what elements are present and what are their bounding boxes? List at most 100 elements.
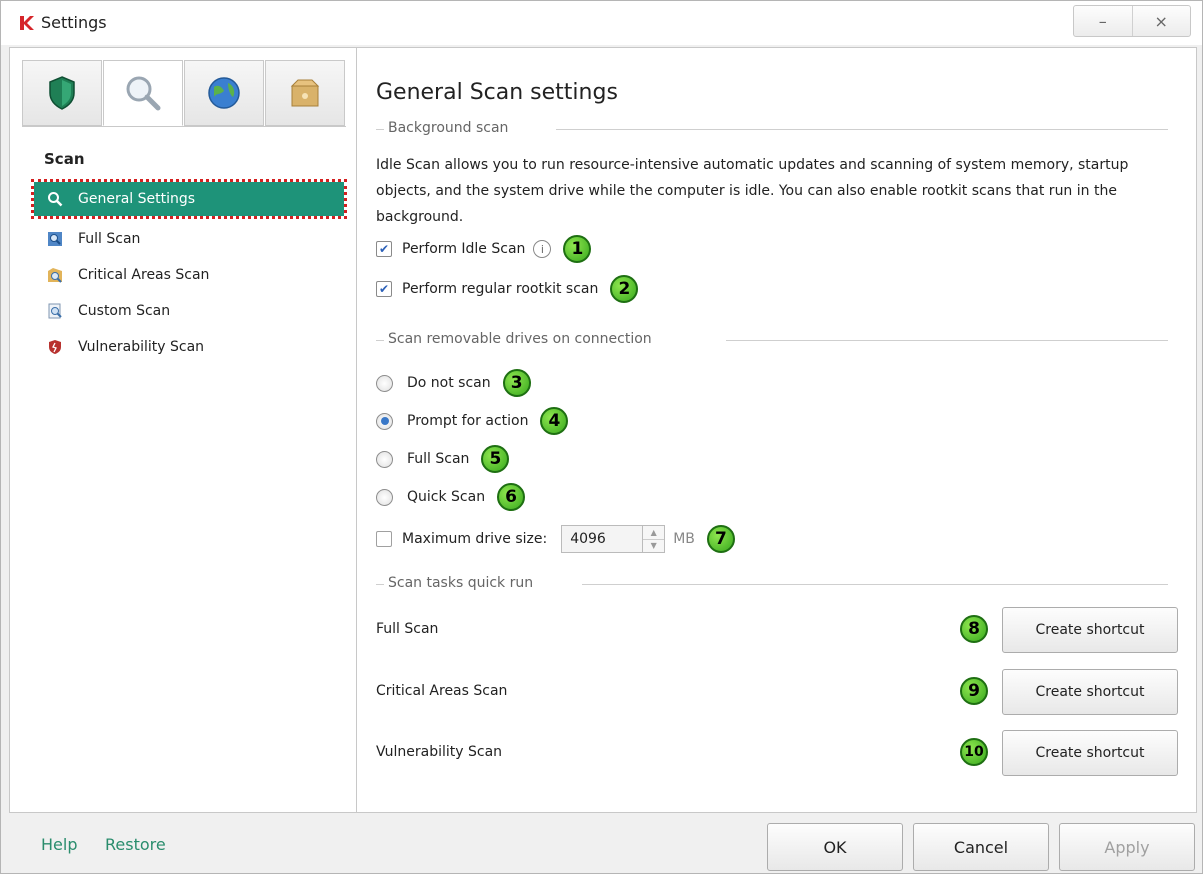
box-icon bbox=[290, 79, 320, 107]
window-title: Settings bbox=[41, 13, 107, 32]
tab-update[interactable] bbox=[184, 60, 264, 126]
rootkit-scan-checkbox[interactable]: ✔ bbox=[376, 281, 392, 297]
apply-button[interactable]: Apply bbox=[1059, 823, 1195, 871]
sidebar-item-custom-scan[interactable]: Custom Scan bbox=[34, 294, 344, 328]
tab-scan[interactable] bbox=[103, 60, 183, 126]
task-label: Full Scan bbox=[376, 621, 439, 637]
restore-link[interactable]: Restore bbox=[105, 835, 166, 854]
idle-scan-checkbox[interactable]: ✔ bbox=[376, 241, 392, 257]
section-heading: Scan removable drives on connection bbox=[388, 331, 658, 347]
globe-icon bbox=[208, 77, 240, 109]
section-heading: Scan tasks quick run bbox=[388, 575, 540, 591]
step-marker-8: 8 bbox=[960, 615, 988, 643]
section-heading: Background scan bbox=[388, 120, 515, 136]
custom-scan-icon bbox=[46, 302, 64, 320]
category-tabs bbox=[22, 60, 346, 126]
sidebar-item-label: Custom Scan bbox=[78, 303, 171, 319]
page-title: General Scan settings bbox=[376, 80, 618, 105]
help-link[interactable]: Help bbox=[41, 835, 77, 854]
shield-icon bbox=[49, 76, 75, 110]
settings-content: Scan General Settings Full Scan Critical… bbox=[9, 47, 1197, 813]
quick-scan-radio[interactable] bbox=[376, 488, 393, 506]
minimize-button[interactable]: – bbox=[1074, 6, 1132, 36]
sidebar: Scan General Settings Full Scan Critical… bbox=[10, 48, 357, 812]
radio-row-do-not-scan: Do not scan 3 bbox=[376, 368, 531, 398]
create-shortcut-full-scan-button[interactable]: Create shortcut bbox=[1002, 607, 1178, 653]
full-scan-label[interactable]: Full Scan bbox=[407, 451, 469, 467]
stepper-up-icon[interactable]: ▲ bbox=[643, 526, 664, 539]
section-removable-drives: Scan removable drives on connection bbox=[376, 330, 1168, 350]
prompt-for-action-radio[interactable] bbox=[376, 412, 393, 430]
section-divider bbox=[556, 129, 1168, 130]
step-marker-2: 2 bbox=[610, 275, 639, 303]
sidebar-item-critical-areas-scan[interactable]: Critical Areas Scan bbox=[34, 258, 344, 292]
rootkit-scan-row: ✔ Perform regular rootkit scan 2 bbox=[376, 274, 639, 304]
step-marker-1: 1 bbox=[563, 235, 592, 263]
vulnerability-icon bbox=[46, 338, 64, 356]
section-divider bbox=[582, 584, 1168, 585]
radio-selected-dot bbox=[380, 417, 389, 425]
section-divider bbox=[376, 129, 384, 130]
step-marker-6: 6 bbox=[497, 483, 526, 511]
max-drive-size-label[interactable]: Maximum drive size: bbox=[402, 531, 547, 547]
quick-run-row: Critical Areas Scan 9 Create shortcut bbox=[376, 667, 1178, 717]
sidebar-item-label: Critical Areas Scan bbox=[78, 267, 210, 283]
drive-size-stepper: ▲ ▼ bbox=[561, 525, 666, 553]
tab-protection[interactable] bbox=[22, 60, 102, 126]
nav-heading-scan: Scan bbox=[44, 150, 85, 168]
prompt-for-action-label[interactable]: Prompt for action bbox=[407, 413, 528, 429]
max-drive-size-row: Maximum drive size: ▲ ▼ MB 7 bbox=[376, 524, 735, 554]
kaspersky-logo-icon bbox=[20, 16, 34, 30]
magnifier-icon bbox=[46, 190, 64, 208]
sidebar-item-label: Full Scan bbox=[78, 231, 141, 247]
create-shortcut-critical-areas-button[interactable]: Create shortcut bbox=[1002, 669, 1178, 715]
stepper-buttons: ▲ ▼ bbox=[643, 525, 666, 553]
sidebar-item-general-settings[interactable]: General Settings bbox=[31, 179, 347, 219]
task-label: Critical Areas Scan bbox=[376, 683, 508, 699]
sidebar-item-vulnerability-scan[interactable]: Vulnerability Scan bbox=[34, 330, 344, 364]
max-drive-size-checkbox[interactable] bbox=[376, 531, 392, 547]
magnifier-icon bbox=[126, 76, 161, 111]
tab-additional[interactable] bbox=[265, 60, 345, 126]
settings-window: Settings – × Scan General Settings Full … bbox=[0, 0, 1203, 874]
info-icon[interactable]: i bbox=[533, 240, 552, 258]
drive-size-unit: MB bbox=[673, 531, 695, 547]
radio-row-full-scan: Full Scan 5 bbox=[376, 444, 510, 474]
section-quick-run: Scan tasks quick run bbox=[376, 574, 1168, 594]
background-scan-description: Idle Scan allows you to run resource-int… bbox=[376, 157, 1129, 225]
step-marker-10: 10 bbox=[960, 738, 988, 766]
radio-row-prompt: Prompt for action 4 bbox=[376, 406, 569, 436]
close-button[interactable]: × bbox=[1131, 6, 1191, 36]
radio-row-quick-scan: Quick Scan 6 bbox=[376, 482, 526, 512]
step-marker-9: 9 bbox=[960, 677, 988, 705]
quick-run-row: Full Scan 8 Create shortcut bbox=[376, 605, 1178, 655]
title-bar: Settings – × bbox=[1, 1, 1202, 45]
idle-scan-row: ✔ Perform Idle Scan i 1 bbox=[376, 234, 592, 264]
sidebar-item-full-scan[interactable]: Full Scan bbox=[34, 222, 344, 256]
create-shortcut-vulnerability-button[interactable]: Create shortcut bbox=[1002, 730, 1178, 776]
quick-run-row: Vulnerability Scan 10 Create shortcut bbox=[376, 728, 1178, 778]
main-panel: General Scan settings Background scan Id… bbox=[376, 48, 1178, 812]
tab-divider bbox=[22, 126, 346, 127]
full-scan-radio[interactable] bbox=[376, 450, 393, 468]
task-label: Vulnerability Scan bbox=[376, 744, 503, 760]
step-marker-3: 3 bbox=[502, 369, 531, 397]
rootkit-scan-label[interactable]: Perform regular rootkit scan bbox=[402, 281, 598, 297]
stepper-down-icon[interactable]: ▼ bbox=[643, 538, 665, 553]
drive-size-input[interactable] bbox=[561, 525, 644, 553]
sidebar-item-label: General Settings bbox=[78, 191, 196, 207]
quick-scan-label[interactable]: Quick Scan bbox=[407, 489, 485, 505]
do-not-scan-label[interactable]: Do not scan bbox=[407, 375, 491, 391]
section-background-scan: Background scan bbox=[376, 119, 1168, 139]
cancel-button[interactable]: Cancel bbox=[913, 823, 1049, 871]
full-scan-icon bbox=[46, 230, 64, 248]
idle-scan-label[interactable]: Perform Idle Scan bbox=[402, 241, 525, 257]
window-controls: – × bbox=[1073, 5, 1191, 37]
footer: Help Restore OK Cancel Apply bbox=[1, 813, 1202, 873]
critical-scan-icon bbox=[46, 266, 64, 284]
ok-button[interactable]: OK bbox=[767, 823, 903, 871]
section-divider bbox=[726, 340, 1168, 341]
sidebar-item-label: Vulnerability Scan bbox=[78, 339, 205, 355]
step-marker-5: 5 bbox=[481, 445, 510, 473]
do-not-scan-radio[interactable] bbox=[376, 374, 393, 392]
